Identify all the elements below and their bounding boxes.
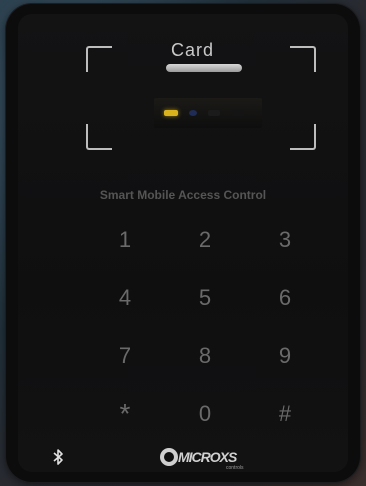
scan-area-corner-top-left [86, 46, 112, 72]
scan-area-corner-bottom-left [86, 124, 112, 150]
key-hash[interactable]: # [265, 394, 305, 434]
key-star[interactable]: * [105, 394, 145, 434]
brand-logo-icon [160, 448, 178, 466]
scan-area-corner-top-right [290, 46, 316, 72]
card-reader-slot[interactable] [166, 64, 242, 72]
key-1[interactable]: 1 [105, 220, 145, 260]
card-label: Card [171, 40, 215, 60]
status-led-yellow [164, 110, 178, 116]
key-4[interactable]: 4 [105, 278, 145, 318]
brand-subtitle: controls [226, 465, 244, 471]
key-3[interactable]: 3 [265, 220, 305, 260]
status-led-off-1 [208, 110, 220, 116]
status-led-blue [189, 110, 197, 116]
status-led-off-2 [232, 110, 244, 116]
key-5[interactable]: 5 [185, 278, 225, 318]
access-control-device: Card Smart Mobile Access Control 1 2 3 4… [6, 4, 360, 482]
status-indicator-window [154, 98, 262, 128]
scan-area-corner-bottom-right [290, 124, 316, 150]
key-9[interactable]: 9 [265, 336, 305, 376]
front-panel: Card Smart Mobile Access Control 1 2 3 4… [18, 14, 348, 472]
device-title: Smart Mobile Access Control [99, 188, 267, 202]
key-6[interactable]: 6 [265, 278, 305, 318]
key-0[interactable]: 0 [185, 394, 225, 434]
bluetooth-icon [53, 449, 63, 465]
key-2[interactable]: 2 [185, 220, 225, 260]
brand-logo: MICROXS controls [160, 446, 260, 472]
key-8[interactable]: 8 [185, 336, 225, 376]
key-7[interactable]: 7 [105, 336, 145, 376]
brand-name: MICROXS [178, 449, 237, 465]
